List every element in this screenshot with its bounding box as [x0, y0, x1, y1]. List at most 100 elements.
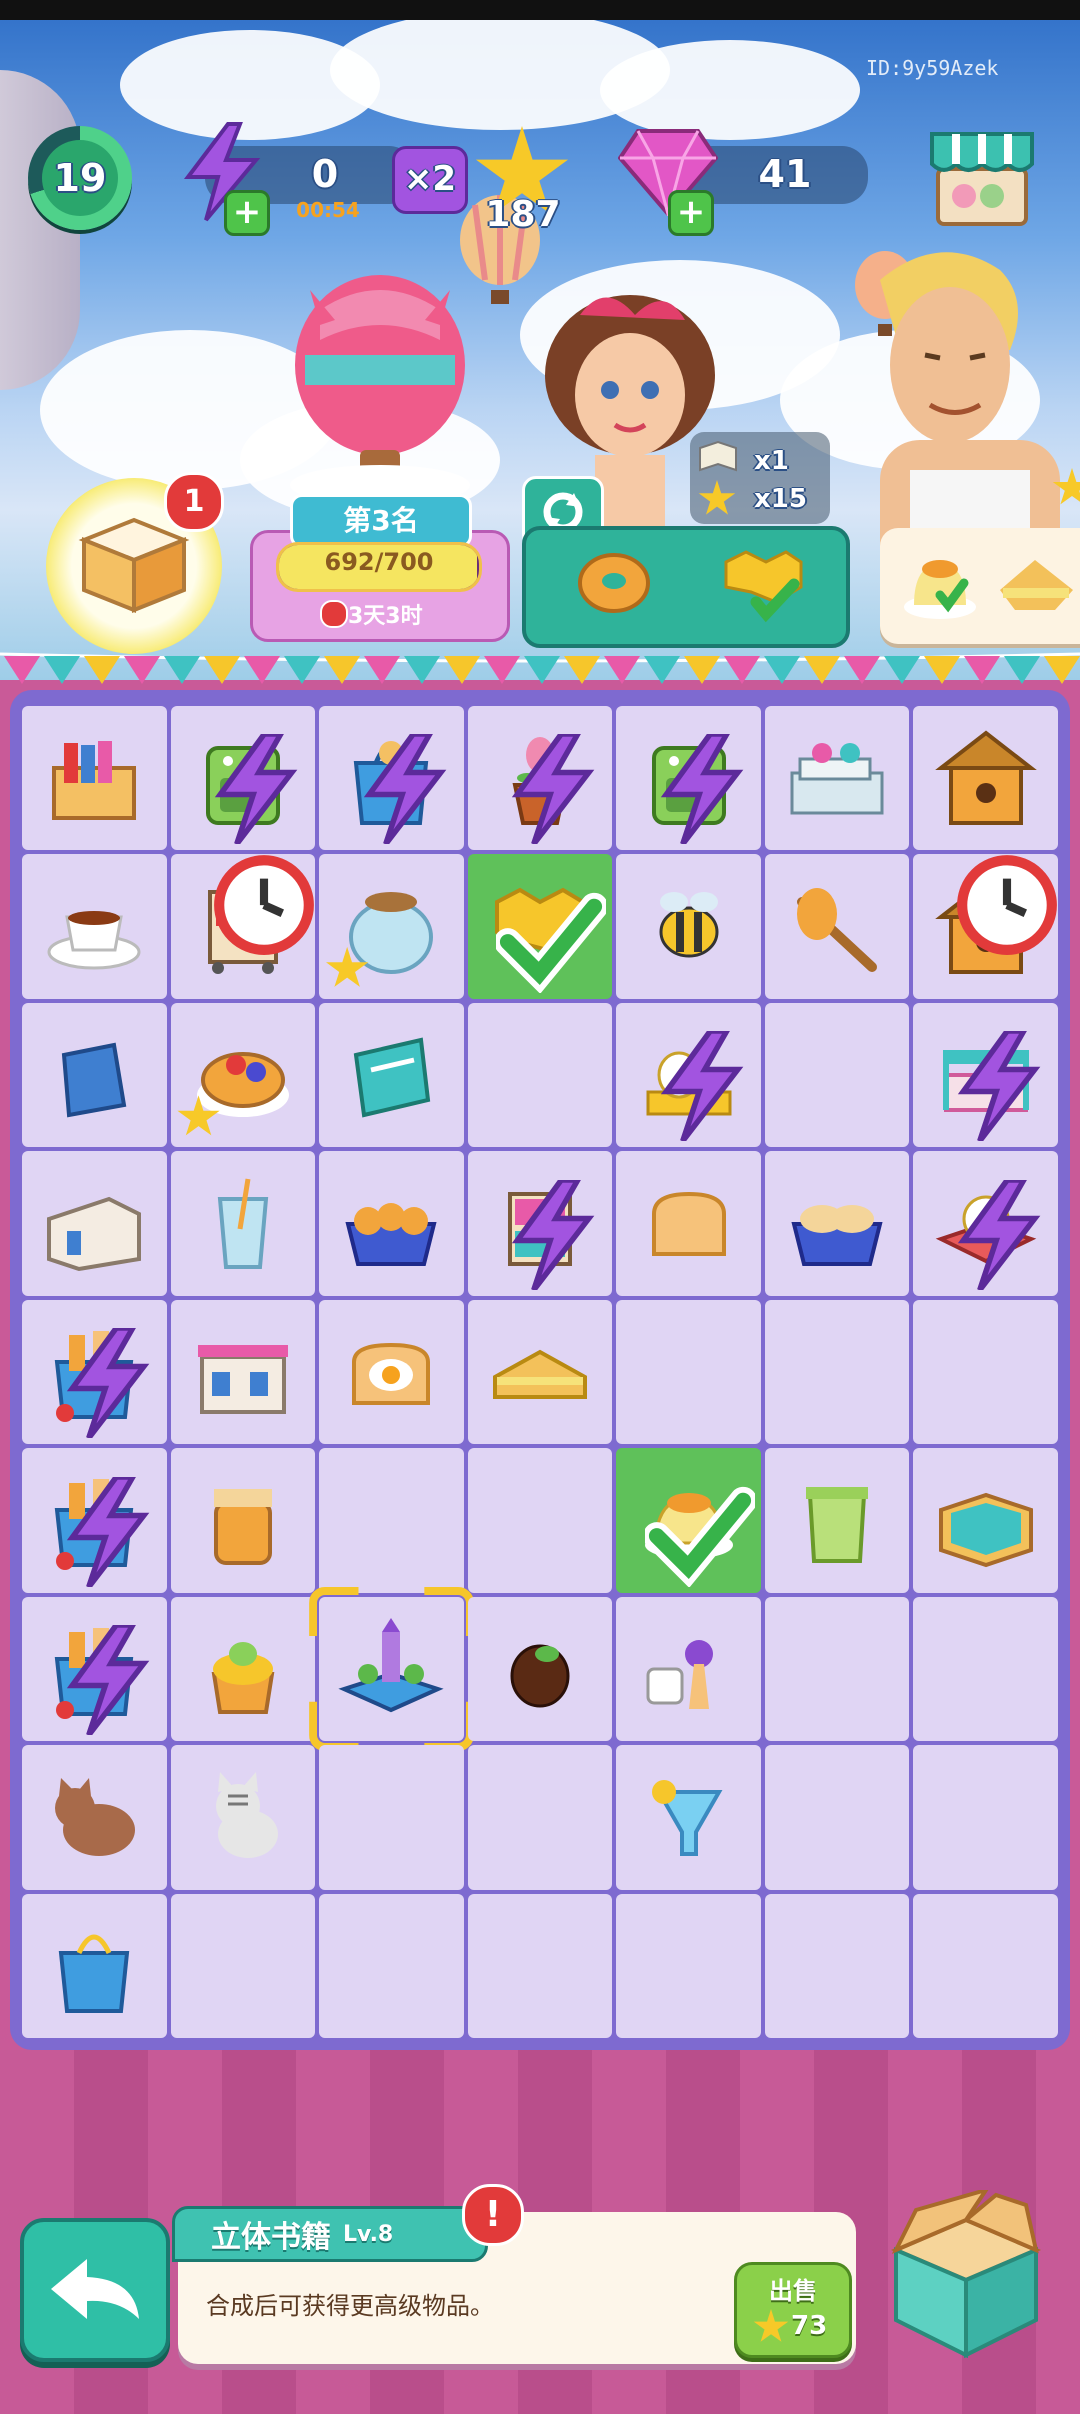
board-cell-green-bin[interactable] [764, 1448, 910, 1593]
shop-icon[interactable] [928, 124, 1036, 234]
board-cell-oven-green[interactable] [616, 706, 761, 851]
book-icon [699, 440, 737, 472]
gem-add-button[interactable]: + [668, 190, 714, 236]
info-alert-icon[interactable]: ! [462, 2184, 524, 2246]
energy-add-button[interactable]: + [224, 190, 270, 236]
board-cell-bee-house[interactable] [913, 854, 1058, 999]
energy-bolt-icon [66, 1476, 149, 1587]
board-cell-box-tray[interactable] [913, 1448, 1058, 1593]
honeycomb-icon [724, 550, 803, 623]
board-cell-tea-cup[interactable] [22, 854, 167, 999]
board-cell-popup-book[interactable] [309, 1586, 474, 1752]
board-cell-glasses-books[interactable] [764, 706, 910, 851]
white-building-icon [47, 1196, 142, 1271]
bread-rolls-icon [345, 1202, 437, 1266]
board-cell-tea-set[interactable] [616, 1002, 761, 1148]
board-cell-board-game[interactable] [616, 1596, 761, 1742]
sandwich-icon [1000, 560, 1073, 610]
board-cell-shopping-bag-blue[interactable] [319, 706, 464, 851]
energy-bolt-icon [957, 1031, 1041, 1142]
brown-cat-icon [55, 1778, 136, 1857]
board-cell-empty[interactable] [319, 1448, 464, 1593]
egg-toast-icon [352, 1342, 431, 1405]
energy-bolt-icon [660, 734, 744, 845]
board-cell-books-box[interactable] [22, 706, 167, 851]
board-cell-empty[interactable] [764, 1299, 910, 1445]
board-cell-chocolate[interactable] [467, 1596, 613, 1742]
event-progress-text: 692/700 [324, 548, 434, 576]
back-button[interactable] [20, 2218, 170, 2362]
board-cell-flower-pot[interactable] [467, 706, 613, 851]
glasses-books-icon [790, 743, 884, 815]
sandwich-icon [492, 1349, 587, 1399]
sell-price: 73 [791, 2311, 828, 2341]
board-cell-empty[interactable] [913, 1745, 1058, 1890]
board-cell-empty[interactable] [467, 1893, 613, 2038]
sell-button[interactable]: 出售 73 [734, 2262, 852, 2358]
board-cell-cupcake[interactable] [170, 1596, 316, 1742]
board-cell-empty[interactable] [467, 1448, 613, 1593]
board-cell-empty[interactable] [764, 1893, 910, 2038]
board-cell-striped-cat[interactable] [170, 1745, 316, 1890]
board-cell-glass-teapot[interactable] [319, 854, 464, 999]
board-cell-honey-dipper[interactable] [764, 854, 910, 999]
planet-decoration [0, 70, 80, 390]
board-cell-bookshelf-small[interactable] [467, 1151, 613, 1296]
clock-icon [320, 600, 348, 628]
event-rank-ribbon: 第3名 [290, 494, 472, 548]
board-cell-book-cart[interactable] [170, 854, 316, 999]
board-cell-blue-bag[interactable] [22, 1893, 167, 2038]
check-icon [644, 1486, 755, 1587]
board-cell-fruit-pie[interactable] [170, 1002, 316, 1148]
board-cell-cocktail[interactable] [616, 1745, 761, 1890]
board-cell-teapot-tray[interactable] [913, 1151, 1058, 1296]
board-cell-glass-juice[interactable] [170, 1151, 316, 1296]
board-cell-toast[interactable] [616, 1151, 761, 1296]
board-cell-empty[interactable] [319, 1745, 464, 1890]
board-cell-empty[interactable] [913, 1596, 1058, 1742]
board-cell-bread-loaves[interactable] [764, 1151, 910, 1296]
board-cell-egg-toast[interactable] [319, 1299, 464, 1445]
delivery-box-icon[interactable] [876, 2190, 1056, 2370]
board-cell-sandwich[interactable] [467, 1299, 613, 1445]
board-cell-grocery-bag[interactable] [22, 1448, 167, 1593]
energy-timer: 00:54 [296, 198, 360, 222]
board-cell-empty[interactable] [764, 1596, 910, 1742]
board-cell-empty[interactable] [616, 1893, 761, 2038]
board-cell-empty[interactable] [764, 1745, 910, 1890]
board-cell-empty[interactable] [170, 1893, 316, 2038]
board-cell-bee-house[interactable] [913, 706, 1058, 851]
board-cell-empty[interactable] [616, 1299, 761, 1445]
bee-icon [659, 891, 719, 958]
board-cell-blue-book[interactable] [319, 1002, 464, 1148]
board-cell-empty[interactable] [467, 1745, 613, 1890]
order-reward-star-count: x15 [754, 484, 807, 514]
board-cell-honeycomb[interactable] [467, 854, 613, 999]
board-cell-white-building[interactable] [22, 1151, 167, 1296]
board-cell-empty[interactable] [319, 1893, 464, 2038]
energy-bolt-icon [214, 734, 298, 845]
board-cell-bread-rolls[interactable] [319, 1151, 464, 1296]
blue-book-icon [354, 1037, 431, 1118]
board-cell-bee[interactable] [616, 854, 761, 999]
blue-bag-icon [59, 1934, 130, 2013]
item-name: 立体书籍 [211, 2220, 331, 2255]
board-cell-oven-green[interactable] [170, 706, 316, 851]
board-cell-empty[interactable] [467, 1002, 613, 1148]
board-cell-empty[interactable] [764, 1002, 910, 1148]
board-cell-grocery-bag[interactable] [22, 1299, 167, 1445]
board-cell-doll-bed[interactable] [913, 1002, 1058, 1148]
board-cell-grocery-bag[interactable] [22, 1596, 167, 1742]
energy-multiplier-button[interactable]: ×2 [392, 146, 468, 214]
green-bin-icon [806, 1487, 869, 1564]
board-cell-empty[interactable] [913, 1299, 1058, 1445]
board-cell-jam-jar[interactable] [170, 1448, 316, 1593]
board-cell-blue-box[interactable] [22, 1002, 167, 1148]
level-badge[interactable]: 19 [28, 126, 132, 230]
board-cell-brown-cat[interactable] [22, 1745, 167, 1890]
board-cell-shop-building[interactable] [170, 1299, 316, 1445]
star-icon [753, 2309, 789, 2342]
event-time-left: 3天3时 [348, 604, 423, 629]
board-cell-pudding[interactable] [616, 1448, 761, 1593]
board-cell-empty[interactable] [913, 1893, 1058, 2038]
